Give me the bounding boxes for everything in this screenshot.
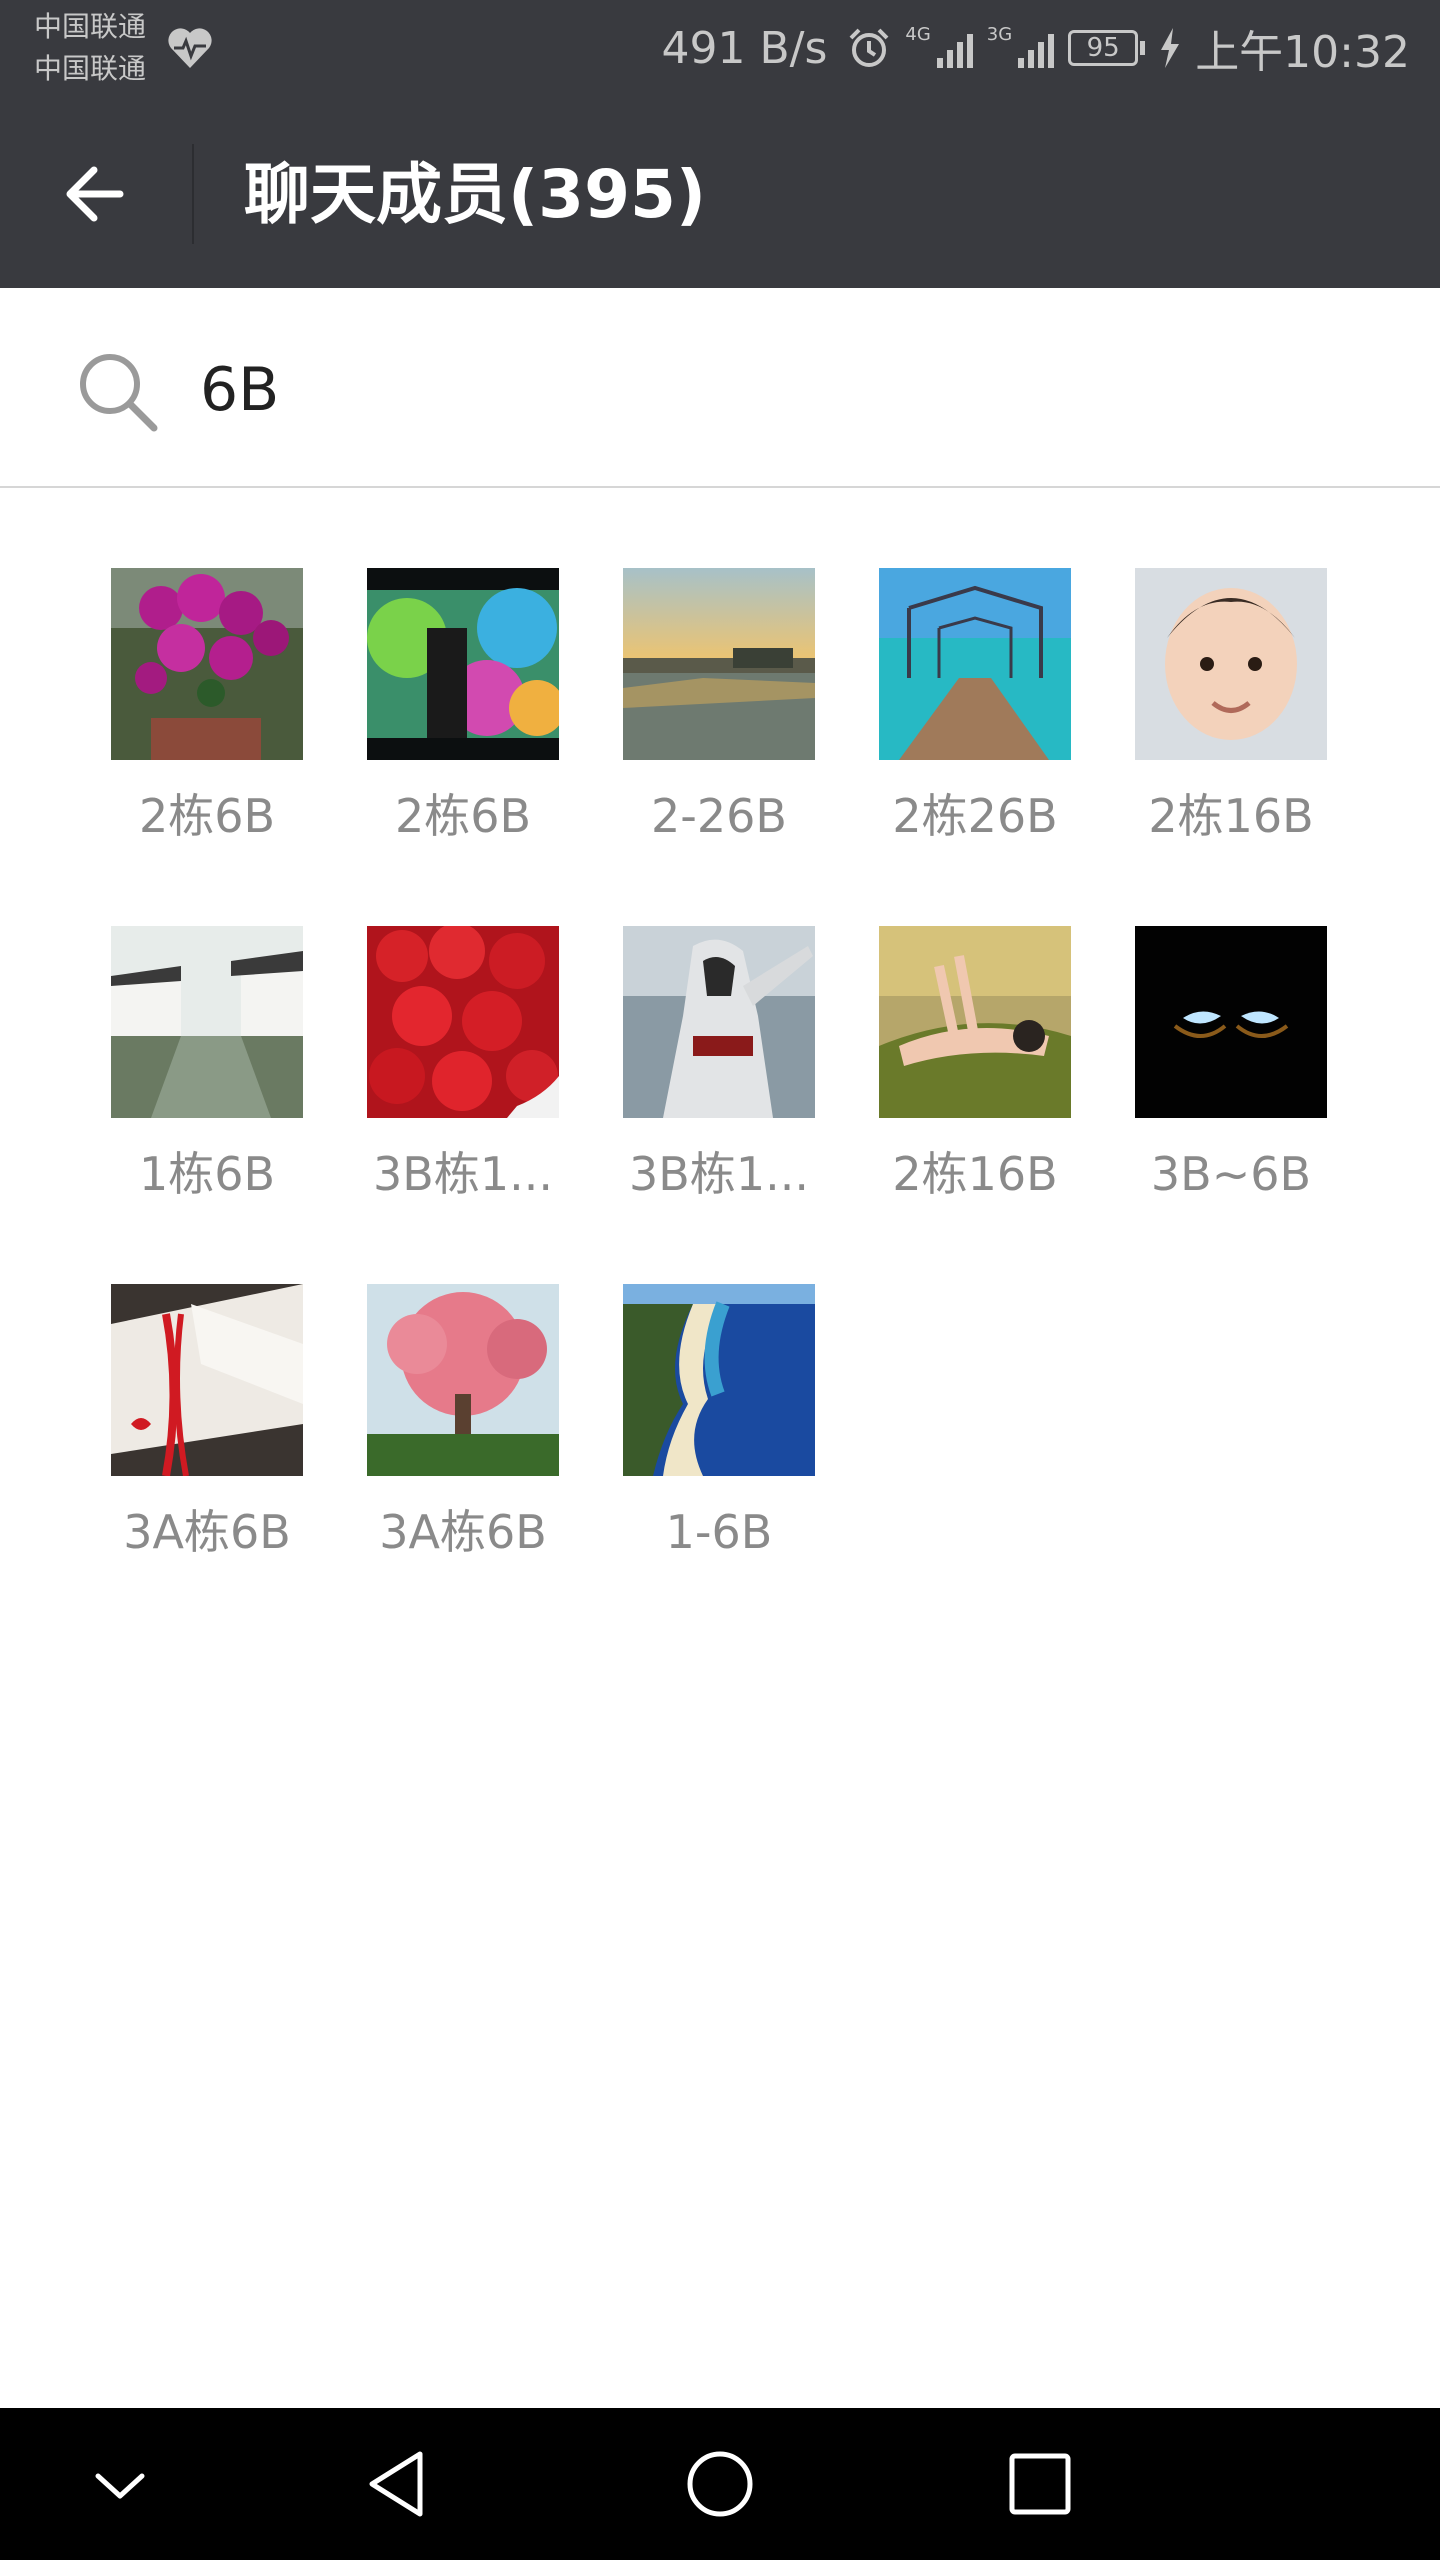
page-title: 聊天成员(395) (244, 156, 707, 233)
member-name: 2栋6B (138, 789, 276, 843)
home-circle-icon[interactable] (674, 2438, 766, 2530)
battery-level: 95 (1086, 33, 1120, 63)
member-name: 2栋6B (394, 789, 532, 843)
avatar (111, 926, 303, 1118)
avatar (623, 1284, 815, 1476)
member-item[interactable]: 1-6B (604, 1284, 834, 1584)
member-name: 2栋16B (1148, 789, 1314, 843)
carrier-label-2: 中国联通 (34, 52, 147, 85)
recents-square-icon[interactable] (994, 2438, 1086, 2530)
avatar (1135, 926, 1327, 1118)
heart-monitor-icon (168, 28, 212, 68)
member-name: 2栋16B (892, 1147, 1058, 1201)
alarm-icon (849, 28, 889, 67)
search-input[interactable] (200, 350, 1380, 430)
avatar (367, 568, 559, 760)
arrow-left-icon[interactable] (50, 146, 146, 242)
avatar (111, 1284, 303, 1476)
clock: 上午10:32 (1195, 27, 1410, 78)
avatar (367, 926, 559, 1118)
app-bar: 聊天成员(395) (0, 100, 1440, 288)
net-speed: 491 B/s (661, 22, 828, 74)
member-name: 3B~6B (1150, 1147, 1312, 1201)
carrier-label-1: 中国联通 (34, 10, 147, 43)
chevron-down-icon[interactable] (74, 2438, 166, 2530)
member-item[interactable]: 2栋26B (860, 568, 1090, 868)
status-bar: 中国联通 中国联通 491 B/s 4G 3G 95 上午10:32 (0, 0, 1440, 100)
member-item[interactable]: 1栋6B (92, 926, 322, 1226)
back-triangle-icon[interactable] (354, 2438, 446, 2530)
avatar (879, 568, 1071, 760)
system-nav-bar (0, 2408, 1440, 2560)
member-item[interactable]: 3B栋1... (348, 926, 578, 1226)
header-divider (192, 144, 194, 244)
signal-icon (936, 28, 973, 68)
avatar (367, 1284, 559, 1476)
battery-tip (1140, 41, 1146, 55)
avatar (1135, 568, 1327, 760)
member-item[interactable]: 3B栋1... (604, 926, 834, 1226)
signal2-tag: 3G (986, 24, 1013, 45)
member-item[interactable]: 3A栋6B (348, 1284, 578, 1584)
avatar (111, 568, 303, 760)
member-item[interactable]: 2栋6B (348, 568, 578, 868)
member-item[interactable]: 2栋6B (92, 568, 322, 868)
charging-icon (1161, 28, 1180, 68)
signal1-tag: 4G (905, 24, 931, 45)
member-name: 2-26B (651, 789, 787, 843)
member-name: 3B栋1... (629, 1147, 809, 1201)
avatar (623, 568, 815, 760)
member-item[interactable]: 3B~6B (1116, 926, 1346, 1226)
member-name: 2栋26B (892, 789, 1058, 843)
member-item[interactable]: 2栋16B (860, 926, 1090, 1226)
avatar (623, 926, 815, 1118)
search-icon (80, 354, 158, 432)
member-name: 1-6B (665, 1505, 773, 1559)
battery-icon: 95 (1068, 30, 1139, 66)
member-item[interactable]: 2栋16B (1116, 568, 1346, 868)
member-item[interactable]: 2-26B (604, 568, 834, 868)
member-item[interactable]: 3A栋6B (92, 1284, 322, 1584)
member-name: 3B栋1... (373, 1147, 553, 1201)
member-name: 3A栋6B (123, 1505, 291, 1559)
status-right-group: 491 B/s 4G 3G 95 上午10:32 (661, 18, 1410, 79)
search-bar (0, 288, 1440, 488)
member-name: 1栋6B (138, 1147, 276, 1201)
member-name: 3A栋6B (379, 1505, 547, 1559)
avatar (879, 926, 1071, 1118)
signal-icon-2 (1018, 28, 1055, 68)
